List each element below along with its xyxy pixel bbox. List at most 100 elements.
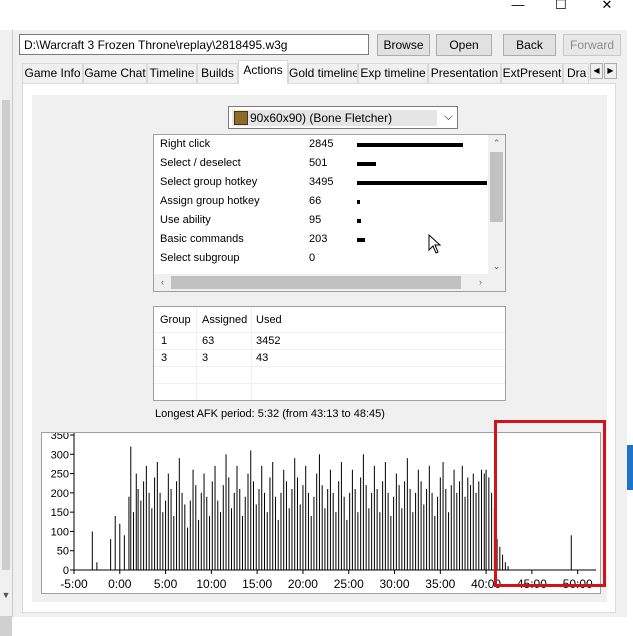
- mouse-cursor-icon: [428, 234, 442, 254]
- scroll-right-icon[interactable]: ›: [472, 274, 489, 291]
- action-bar: [357, 219, 361, 223]
- row-divider: [154, 332, 505, 333]
- window-title-bar: — ☐ ✕: [0, 0, 633, 30]
- table-cell: 3: [202, 352, 209, 364]
- browse-button[interactable]: Browse: [377, 34, 430, 56]
- tab-bar: Game Info Game Chat Timeline Builds Acti…: [22, 60, 622, 84]
- x-tick-label: 35:00: [425, 577, 455, 591]
- scroll-left-icon[interactable]: ‹: [154, 274, 171, 291]
- y-tick-label: 350: [51, 433, 69, 442]
- list-item[interactable]: Right click 2845: [154, 135, 489, 154]
- player-select-label: 90x60x90) (Bone Fletcher): [250, 111, 393, 125]
- action-label: Use ability: [160, 214, 211, 226]
- x-tick-label: 20:00: [288, 577, 318, 591]
- tab-presentation[interactable]: Presentation: [428, 63, 501, 83]
- back-button[interactable]: Back: [503, 34, 556, 56]
- tab-dra[interactable]: Dra: [563, 63, 589, 83]
- scrollbar-thumb[interactable]: [171, 276, 461, 289]
- action-label: Basic commands: [160, 233, 244, 245]
- tab-builds[interactable]: Builds: [197, 63, 238, 83]
- chevron-down-icon[interactable]: ⌵: [444, 109, 453, 124]
- y-tick-label: 300: [51, 449, 69, 461]
- row-divider: [154, 383, 505, 384]
- x-tick-label: 15:00: [242, 577, 272, 591]
- maximize-icon[interactable]: ☐: [538, 0, 584, 14]
- tab-game-info[interactable]: Game Info: [22, 63, 83, 83]
- minimize-icon[interactable]: —: [495, 0, 541, 14]
- action-label: Select subgroup: [160, 252, 240, 264]
- action-bar: [357, 162, 376, 166]
- column-header-used[interactable]: Used: [256, 314, 282, 326]
- y-tick-label: 150: [51, 507, 69, 519]
- action-bar: [357, 143, 463, 147]
- action-count: 203: [309, 233, 328, 245]
- table-cell: 43: [256, 352, 269, 364]
- column-divider: [251, 307, 252, 400]
- x-tick-label: 25:00: [334, 577, 364, 591]
- highlight-box: [494, 420, 606, 587]
- y-tick-label: 250: [51, 469, 69, 481]
- tab-game-chat[interactable]: Game Chat: [83, 63, 147, 83]
- action-count: 95: [309, 214, 322, 226]
- list-item[interactable]: Use ability 95: [154, 211, 489, 230]
- x-tick-label: -5:00: [60, 577, 88, 591]
- list-item[interactable]: Assign group hotkey 66: [154, 192, 489, 211]
- action-count: 0: [309, 252, 316, 264]
- row-divider: [154, 349, 505, 350]
- tab-timeline[interactable]: Timeline: [147, 63, 197, 83]
- action-label: Select / deselect: [160, 157, 241, 169]
- tab-scroll-right-icon[interactable]: ▶: [604, 63, 617, 79]
- action-count: 2845: [309, 138, 334, 150]
- table-cell: 63: [202, 335, 215, 347]
- tab-gold-timeline[interactable]: Gold timeline: [288, 63, 358, 83]
- player-race-icon: [234, 111, 248, 125]
- actions-vertical-scrollbar[interactable]: ⌃ ⌄: [488, 135, 505, 275]
- action-bar: [357, 238, 365, 242]
- scroll-down-icon[interactable]: ⌄: [488, 258, 505, 275]
- scrollbar-thumb[interactable]: [490, 152, 503, 222]
- open-button[interactable]: Open: [436, 34, 492, 56]
- action-label: Select group hotkey: [160, 176, 258, 188]
- x-tick-label: 0:00: [108, 577, 132, 591]
- y-tick-label: 50: [57, 546, 69, 558]
- table-cell: 1: [161, 335, 168, 347]
- tab-scroll-left-icon[interactable]: ◀: [590, 63, 603, 79]
- action-bar: [357, 181, 487, 185]
- y-tick-label: 0: [63, 565, 69, 577]
- groups-table[interactable]: Group Assigned Used 1 63 3452 3 3 43: [153, 306, 506, 401]
- row-divider: [154, 366, 505, 367]
- action-label: Assign group hotkey: [160, 195, 260, 207]
- tab-exp-timeline[interactable]: Exp timeline: [358, 63, 428, 83]
- background-window-strip: ▼: [0, 30, 13, 636]
- background-window-edge: [627, 445, 633, 490]
- tab-actions[interactable]: Actions: [238, 60, 288, 84]
- player-select[interactable]: 90x60x90) (Bone Fletcher) ⌵: [228, 106, 458, 129]
- table-cell: 3452: [256, 335, 281, 347]
- y-tick-label: 100: [51, 526, 69, 538]
- tab-extpresent[interactable]: ExtPresent: [501, 63, 563, 83]
- column-divider: [196, 307, 197, 400]
- player-select-value: 90x60x90) (Bone Fletcher): [232, 110, 437, 126]
- x-tick-label: 30:00: [380, 577, 410, 591]
- actions-list[interactable]: Right click 2845 Select / deselect 501 S…: [153, 134, 506, 292]
- list-item[interactable]: Select / deselect 501: [154, 154, 489, 173]
- x-tick-label: 10:00: [196, 577, 226, 591]
- list-item[interactable]: Select group hotkey 3495: [154, 173, 489, 192]
- y-tick-label: 200: [51, 488, 69, 500]
- scroll-up-icon[interactable]: ⌃: [488, 135, 505, 152]
- table-cell: 3: [161, 352, 168, 364]
- actions-horizontal-scrollbar[interactable]: ‹ ›: [154, 274, 505, 291]
- action-count: 501: [309, 157, 328, 169]
- column-header-assigned[interactable]: Assigned: [202, 314, 247, 326]
- toolbar: Browse Open Back Forward: [18, 32, 628, 56]
- action-count: 3495: [309, 176, 334, 188]
- x-tick-label: 5:00: [154, 577, 178, 591]
- action-bar: [357, 200, 360, 204]
- column-header-group[interactable]: Group: [160, 314, 191, 326]
- replay-path-input[interactable]: [19, 34, 369, 55]
- close-icon[interactable]: ✕: [584, 0, 630, 14]
- background-scrollbar-thumb: [2, 100, 10, 570]
- scroll-down-arrow-icon: ▼: [1, 590, 11, 600]
- forward-button[interactable]: Forward: [563, 34, 621, 56]
- background-panel: [0, 616, 12, 636]
